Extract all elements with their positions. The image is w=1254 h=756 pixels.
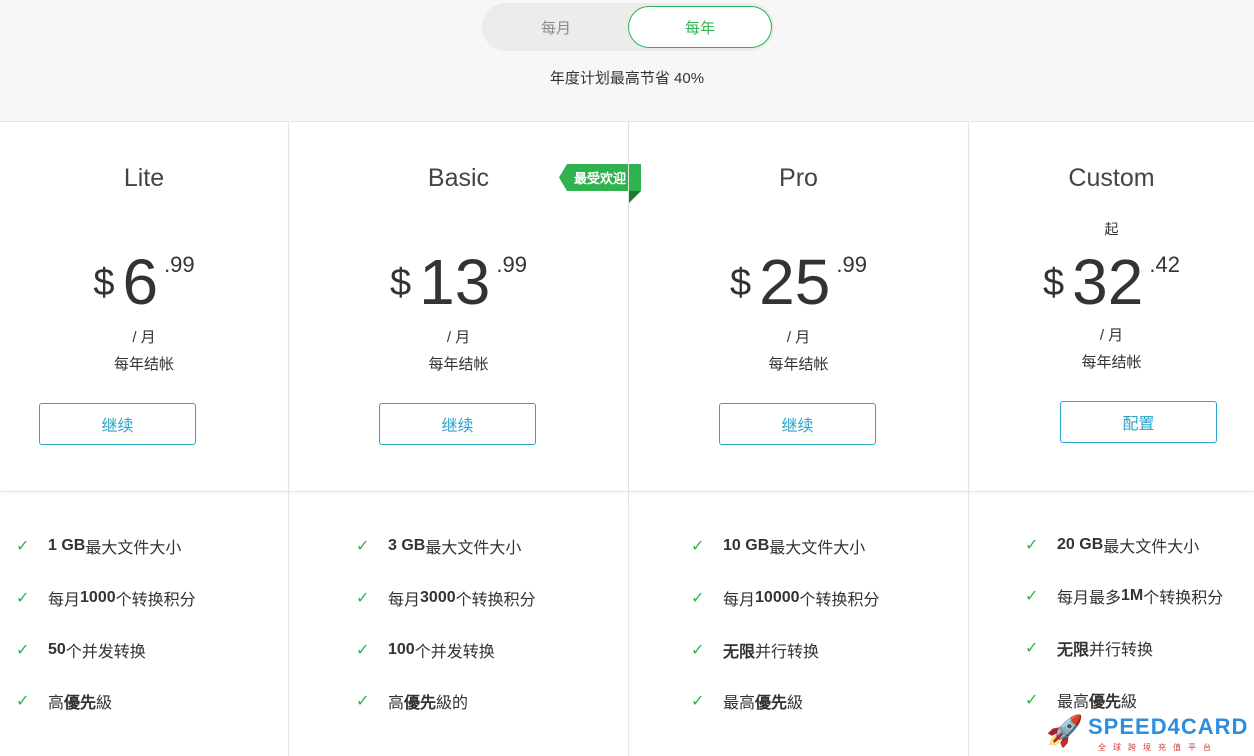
- price-amount: 32: [1072, 246, 1144, 318]
- continue-button-basic[interactable]: 继续: [379, 403, 536, 445]
- plan-card-lite: Lite $6.99 / 月 每年结帐 继续 ✓ 1 GB 最大文件大小 ✓ 每月 …: [0, 122, 288, 756]
- feature-item: ✓ 1 GB 最大文件大小: [16, 537, 182, 557]
- check-icon: ✓: [356, 590, 370, 607]
- price-period: / 月: [1099, 327, 1124, 344]
- monthly-option[interactable]: 每月: [484, 6, 628, 48]
- billing-note: 每年结帐: [428, 356, 489, 373]
- check-icon: ✓: [1025, 588, 1039, 605]
- feature-item: ✓ 50 个并发转换: [16, 641, 146, 661]
- currency-symbol: $: [93, 262, 115, 304]
- feature-item: ✓ 3 GB 最大文件大小: [356, 537, 522, 557]
- rocket-icon: 🚀: [1046, 715, 1084, 748]
- continue-button-pro[interactable]: 继续: [719, 403, 876, 445]
- price-cents: .99: [496, 252, 527, 277]
- feature-item: ✓ 每月 3000 个转换积分: [356, 589, 536, 609]
- feature-item: ✓ 高優先 級的: [356, 693, 469, 712]
- billing-header: 每月 每年 年度计划最高节省 40%: [0, 0, 1254, 122]
- check-icon: ✓: [691, 590, 705, 607]
- price-period: / 月: [786, 329, 811, 346]
- feature-item: ✓ 每月最多 1M 个转换积分: [1025, 587, 1224, 607]
- price-cents: .99: [164, 252, 195, 277]
- feature-item: ✓ 每月 10000 个转换积分: [691, 589, 880, 609]
- feature-item: ✓ 最高 優先級: [1025, 692, 1138, 711]
- check-icon: ✓: [16, 538, 30, 555]
- check-icon: ✓: [1025, 537, 1039, 554]
- plan-card-basic: Basic 最受欢迎 $13.99 / 月 每年结帐 继续 ✓ 3 GB 最大文件…: [288, 122, 641, 756]
- plan-header: Custom 起 $32.42 / 月 每年结帐 配置: [969, 122, 1254, 492]
- continue-button-lite[interactable]: 继续: [39, 403, 196, 445]
- price-cents: .42: [1149, 252, 1180, 277]
- price-period: / 月: [446, 329, 471, 346]
- check-icon: ✓: [16, 590, 30, 607]
- check-icon: ✓: [356, 538, 370, 555]
- plan-name: Custom: [1068, 164, 1155, 192]
- check-icon: ✓: [691, 642, 705, 659]
- feature-item: ✓ 无限 并行转换: [691, 642, 820, 661]
- plan-price: $25.99: [629, 250, 968, 314]
- savings-note: 年度计划最高节省 40%: [549, 70, 705, 87]
- plan-header: Lite $6.99 / 月 每年结帐 继续: [0, 122, 288, 492]
- price-amount: 13: [419, 246, 491, 318]
- billing-note: 每年结帐: [113, 356, 174, 373]
- yearly-option[interactable]: 每年: [628, 6, 772, 48]
- plan-price: $13.99: [289, 250, 628, 314]
- check-icon: ✓: [691, 693, 705, 710]
- billing-period-toggle: 每月 每年: [482, 3, 774, 51]
- plan-header: Pro $25.99 / 月 每年结帐 继续: [629, 122, 968, 492]
- plan-price: $32.42: [969, 250, 1254, 314]
- pricing-plans: Lite $6.99 / 月 每年结帐 继续 ✓ 1 GB 最大文件大小 ✓ 每月 …: [0, 122, 1254, 756]
- price-amount: 6: [122, 246, 159, 318]
- plan-card-pro: Pro $25.99 / 月 每年结帐 继续 ✓ 10 GB 最大文件大小 ✓ 每月…: [628, 122, 968, 756]
- price-cents: .99: [836, 252, 867, 277]
- feature-item: ✓ 20 GB 最大文件大小: [1025, 536, 1200, 556]
- speed4card-watermark: 🚀 SPEED4CARD 全球跨境充值平台: [1046, 712, 1254, 756]
- price-period: / 月: [132, 329, 156, 346]
- currency-symbol: $: [390, 262, 412, 304]
- watermark-name: SPEED4CARD: [1088, 714, 1249, 739]
- feature-item: ✓ 最高 優先級: [691, 693, 804, 712]
- check-icon: ✓: [691, 538, 705, 555]
- plan-card-custom: Custom 起 $32.42 / 月 每年结帐 配置 ✓ 20 GB 最大文件大…: [968, 122, 1254, 756]
- plan-name: Pro: [779, 164, 818, 192]
- watermark-subtitle: 全球跨境充值平台: [1098, 743, 1218, 752]
- configure-button-custom[interactable]: 配置: [1060, 401, 1217, 443]
- billing-note: 每年结帐: [1081, 354, 1142, 371]
- price-amount: 25: [759, 246, 831, 318]
- check-icon: ✓: [1025, 640, 1039, 657]
- check-icon: ✓: [16, 693, 30, 710]
- feature-item: ✓ 每月 1000 个转换积分: [16, 589, 196, 609]
- check-icon: ✓: [1025, 692, 1039, 709]
- currency-symbol: $: [1043, 262, 1065, 304]
- check-icon: ✓: [356, 642, 370, 659]
- feature-item: ✓ 100 个并发转换: [356, 641, 495, 661]
- price-from-label: 起: [1104, 221, 1119, 237]
- feature-item: ✓ 10 GB 最大文件大小: [691, 537, 866, 557]
- feature-item: ✓ 无限 并行转换: [1025, 640, 1154, 659]
- currency-symbol: $: [730, 262, 752, 304]
- plan-name: Lite: [123, 164, 165, 192]
- check-icon: ✓: [16, 642, 30, 659]
- plan-header: Basic 最受欢迎 $13.99 / 月 每年结帐 继续: [289, 122, 641, 492]
- feature-item: ✓ 高優先級: [16, 693, 113, 712]
- billing-note: 每年结帐: [768, 356, 829, 373]
- check-icon: ✓: [356, 693, 370, 710]
- plan-price: $6.99: [0, 250, 288, 314]
